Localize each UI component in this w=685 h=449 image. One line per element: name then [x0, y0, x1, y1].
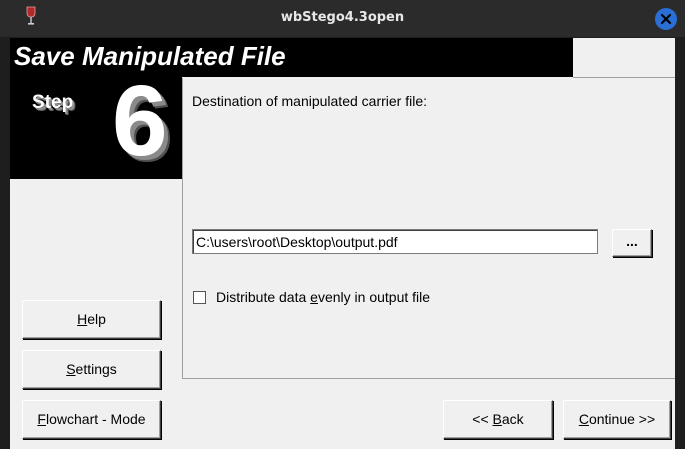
wizard-window: Save Manipulated File Step 6 Destination…: [10, 38, 675, 449]
distribute-label: Distribute data evenly in output file: [216, 289, 431, 305]
step-panel: Step 6: [10, 77, 182, 179]
continue-button[interactable]: Continue >>: [563, 400, 671, 439]
flowchart-mode-button[interactable]: Flowchart - Mode: [22, 400, 161, 439]
back-button-label: << Back: [472, 411, 524, 427]
title-bar: wbStego4.3open: [0, 0, 685, 37]
browse-button[interactable]: ...: [612, 229, 652, 257]
step-number: 6: [112, 77, 168, 177]
help-button[interactable]: Help: [22, 300, 161, 339]
close-button[interactable]: [655, 8, 677, 30]
step-label: Step: [32, 92, 74, 113]
settings-button[interactable]: Settings: [22, 350, 161, 389]
continue-button-label: Continue >>: [578, 411, 656, 427]
header-bar: Save Manipulated File: [10, 38, 573, 77]
flowchart-mode-button-label: Flowchart - Mode: [37, 411, 146, 427]
window-title: wbStego4.3open: [280, 10, 405, 25]
browse-button-label: ...: [626, 233, 638, 249]
destination-label: Destination of manipulated carrier file:: [192, 93, 428, 109]
header-divider: [573, 77, 675, 78]
close-icon: [660, 13, 672, 25]
content-divider-vertical: [182, 78, 183, 378]
help-button-label: Help: [77, 311, 106, 327]
back-button[interactable]: << Back: [443, 400, 553, 439]
destination-path-input[interactable]: [192, 229, 598, 254]
distribute-checkbox[interactable]: [193, 291, 206, 304]
content-divider-horizontal: [182, 378, 675, 379]
settings-button-label: Settings: [66, 361, 117, 377]
page-title: Save Manipulated File: [14, 41, 286, 71]
